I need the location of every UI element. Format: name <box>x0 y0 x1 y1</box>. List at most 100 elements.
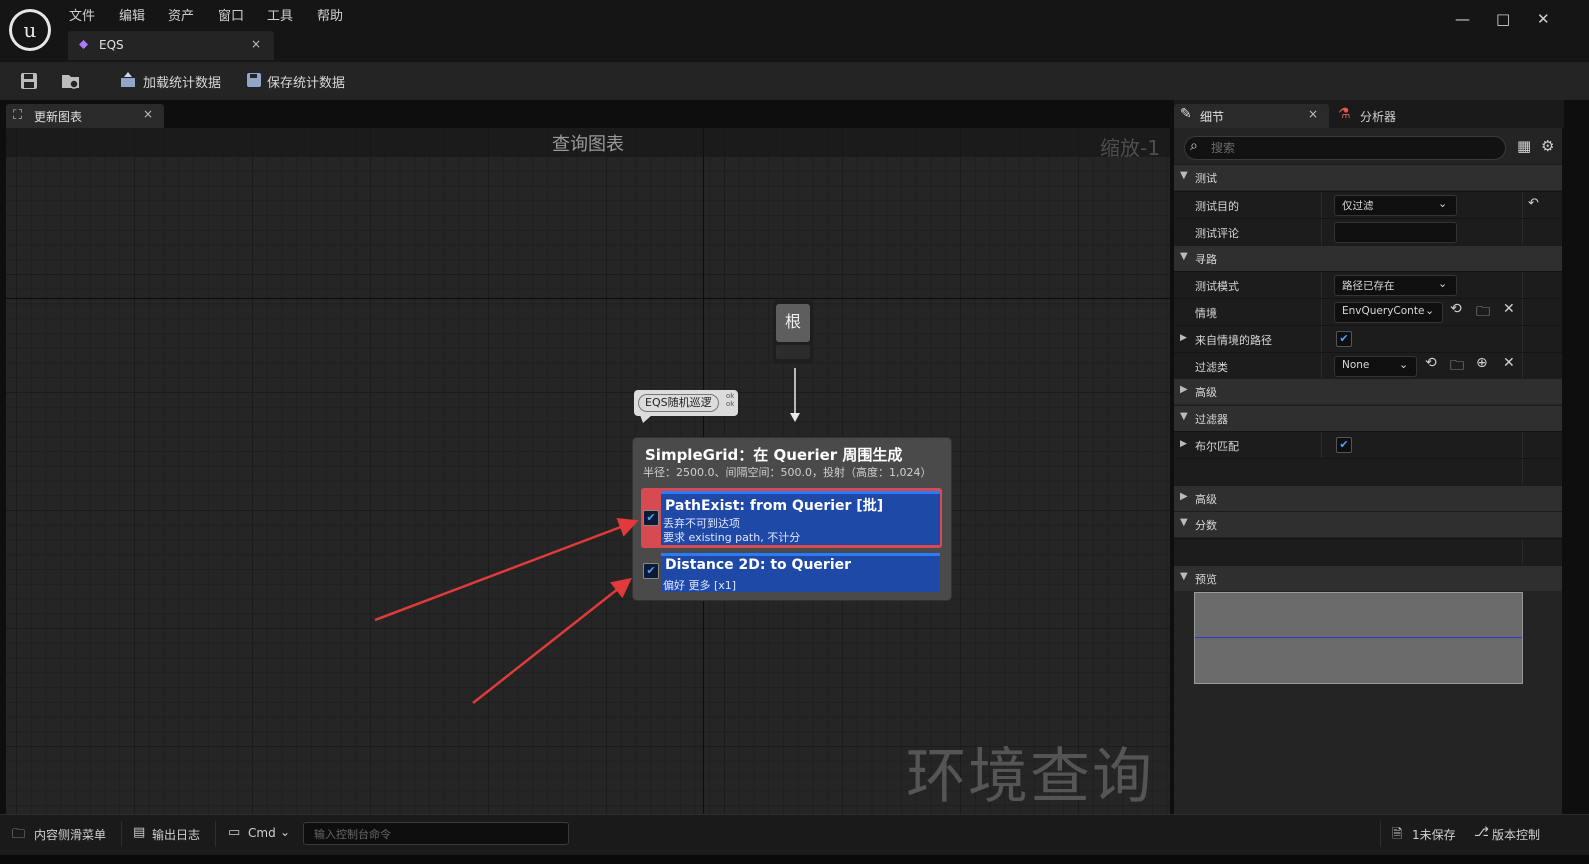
window-bottom-edge <box>0 855 1589 864</box>
table-view-icon[interactable]: ▦ <box>1517 137 1531 155</box>
column-divider <box>1522 219 1523 245</box>
column-divider <box>1321 432 1322 458</box>
cmd-dropdown[interactable]: ▭ Cmd ⌄ <box>228 824 294 846</box>
test-title: Distance 2D: to Querier <box>665 557 852 573</box>
add-icon[interactable]: ⊕ <box>1476 355 1488 371</box>
output-log-button[interactable]: ▤ 输出日志 <box>133 824 213 846</box>
filter-class-dropdown[interactable]: None ⌄ <box>1334 356 1417 377</box>
prop-test-comment: 测试评论 <box>1174 218 1562 245</box>
expand-arrow-icon: ▼ <box>1180 251 1188 262</box>
chevron-down-icon: ⌄ <box>280 825 291 839</box>
column-divider <box>1522 432 1523 458</box>
test-comment-field[interactable] <box>1334 222 1457 243</box>
minimize-button[interactable]: — <box>1455 10 1470 28</box>
clear-icon[interactable]: ✕ <box>1503 301 1515 317</box>
search-input[interactable] <box>1209 139 1493 157</box>
root-node-output-pin[interactable] <box>776 345 810 359</box>
menu-window[interactable]: 窗口 <box>218 5 244 24</box>
close-window-button[interactable]: ✕ <box>1537 10 1550 28</box>
browse-icon[interactable]: 🗀 <box>1476 301 1490 325</box>
location-pin-icon: ⬥ <box>79 37 89 52</box>
clear-icon[interactable]: ✕ <box>1503 355 1515 371</box>
tab-profiler-label: 分析器 <box>1360 110 1397 124</box>
menu-edit[interactable]: 编辑 <box>119 5 145 24</box>
menu-file[interactable]: 文件 <box>69 5 95 24</box>
menu-tools[interactable]: 工具 <box>267 5 293 24</box>
content-drawer-button[interactable]: 🗀 内容侧滑菜单 <box>12 824 122 846</box>
category-preview[interactable]: ▼ 预览 <box>1174 565 1562 591</box>
test-mode-dropdown[interactable]: 路径已存在 ⌄ <box>1334 275 1457 296</box>
terminal-icon: ▭ <box>228 825 241 840</box>
tab-close-icon[interactable]: × <box>143 107 153 121</box>
use-selected-icon[interactable]: ⟲ <box>1425 355 1437 371</box>
save-icon[interactable] <box>19 71 39 91</box>
console-input[interactable] <box>312 825 566 843</box>
menu-help[interactable]: 帮助 <box>317 5 343 24</box>
content-drawer-icon: 🗀 <box>12 827 26 842</box>
expand-arrow-icon[interactable]: ▶ <box>1180 439 1187 449</box>
details-search[interactable]: ⌕ <box>1184 136 1506 160</box>
comment-bubble[interactable]: EQS随机巡逻 ok ok <box>634 390 738 416</box>
pencil-icon: ✎ <box>1180 106 1192 122</box>
prop-label: 测试模式 <box>1195 280 1239 293</box>
test-purpose-dropdown[interactable]: 仅过滤 ⌄ <box>1334 195 1457 216</box>
unsaved-file-icon: 🗎 <box>1392 827 1403 842</box>
test-enabled-checkbox[interactable]: ✔ <box>643 563 659 579</box>
category-pathfinding[interactable]: ▼ 寻路 <box>1174 245 1562 271</box>
tab-update-graph[interactable]: ⛶ 更新图表 × <box>6 104 164 128</box>
test-distance-2d[interactable]: ✔ Distance 2D: to Querier 偏好 更多 [x1] <box>641 550 942 594</box>
browse-asset-icon[interactable] <box>61 71 81 91</box>
category-score[interactable]: ▼ 分数 <box>1174 511 1562 537</box>
settings-gear-icon[interactable]: ⚙ <box>1541 137 1554 155</box>
category-label: 测试 <box>1195 172 1217 185</box>
maximize-button[interactable]: □ <box>1496 10 1510 28</box>
menu-assets[interactable]: 资产 <box>168 5 194 24</box>
use-selected-icon[interactable]: ⟲ <box>1450 301 1462 317</box>
chevron-down-icon: ⌄ <box>1399 358 1409 371</box>
source-control-button[interactable]: ⎇ 版本控制 <box>1474 824 1564 846</box>
path-from-context-checkbox[interactable]: ✔ <box>1336 331 1352 347</box>
save-stats-button[interactable]: 保存统计数据 <box>245 70 355 92</box>
query-graph-canvas[interactable]: 查询图表 缩放-1 环境查询 根 EQS随机巡逻 ok ok SimpleGrid… <box>6 128 1170 814</box>
test-pathexist[interactable]: ✔ PathExist: from Querier [批] 丢弃不可到达项 要求… <box>641 488 942 548</box>
console-command[interactable] <box>303 822 569 845</box>
unsaved-button[interactable]: 🗎 1未保存 <box>1392 824 1464 846</box>
context-dropdown[interactable]: EnvQueryContext_Querier ⌄ <box>1334 302 1443 323</box>
annotation-arrow <box>472 577 632 704</box>
load-stats-label: 加载统计数据 <box>143 76 222 91</box>
annotation-arrows <box>374 517 639 704</box>
test-card: PathExist: from Querier [批] 丢弃不可到达项 要求 e… <box>661 494 940 545</box>
category-advanced-2[interactable]: ▶ 高级 <box>1174 485 1562 511</box>
category-label: 过滤器 <box>1195 413 1228 426</box>
column-divider <box>1321 219 1322 245</box>
category-advanced[interactable]: ▶ 高级 <box>1174 378 1562 404</box>
generator-subtitle: 半径：2500.0、间隔空间：500.0，投射（高度：1,024） <box>643 466 932 479</box>
category-label: 高级 <box>1195 386 1217 399</box>
test-description: 偏好 更多 [x1] <box>663 579 737 592</box>
reset-to-default-icon[interactable]: ↶ <box>1528 196 1539 211</box>
details-panel: ⌕ ▦ ⚙ ▼ 测试 测试目的 仅过滤 ⌄ ↶ 测试评论 ▼ 寻路 测试模式 路… <box>1174 128 1562 814</box>
browse-icon[interactable]: 🗀 <box>1450 355 1464 379</box>
column-divider <box>1522 326 1523 352</box>
divider <box>1380 821 1381 847</box>
bool-match-checkbox[interactable]: ✔ <box>1336 437 1352 453</box>
test-description: 要求 existing path, 不计分 <box>663 531 801 544</box>
load-stats-button[interactable]: 加载统计数据 <box>119 70 229 92</box>
tab-profiler[interactable]: ⚗ 分析器 <box>1338 104 1458 128</box>
tab-eqs[interactable]: ⬥ EQS × <box>68 31 274 60</box>
test-enabled-checkbox[interactable]: ✔ <box>643 510 659 526</box>
root-node[interactable]: 根 <box>773 300 813 364</box>
comment-bubble-toggle[interactable]: ok ok <box>726 392 734 408</box>
category-test[interactable]: ▼ 测试 <box>1174 164 1562 190</box>
tab-close-icon[interactable]: × <box>1308 107 1318 121</box>
tab-details[interactable]: ✎ 细节 × <box>1174 104 1329 128</box>
expand-arrow-icon[interactable]: ▶ <box>1180 333 1187 343</box>
tab-close-icon[interactable]: × <box>251 37 261 51</box>
graph-title: 查询图表 <box>552 134 624 155</box>
category-label: 预览 <box>1195 573 1217 586</box>
category-filter[interactable]: ▼ 过滤器 <box>1174 405 1562 431</box>
unreal-logo-icon[interactable]: u <box>9 9 51 51</box>
chevron-down-icon: ⌄ <box>1425 304 1435 317</box>
simple-grid-generator-node[interactable]: SimpleGrid：在 Querier 周围生成 半径：2500.0、间隔空间… <box>633 438 951 600</box>
column-divider <box>1321 272 1322 298</box>
